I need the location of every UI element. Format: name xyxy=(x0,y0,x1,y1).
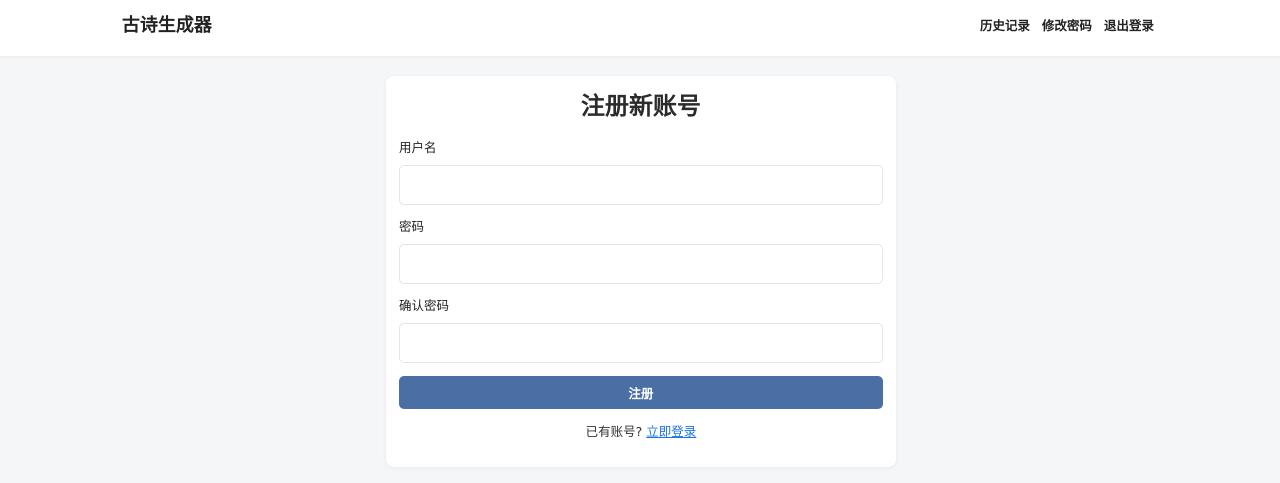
nav-history-link[interactable]: 历史记录 xyxy=(980,17,1030,35)
nav-logout-link[interactable]: 退出登录 xyxy=(1104,17,1154,35)
nav-links: 历史记录 修改密码 退出登录 xyxy=(980,17,1154,35)
confirm-password-input[interactable] xyxy=(399,323,883,363)
username-input[interactable] xyxy=(399,165,883,205)
password-input[interactable] xyxy=(399,244,883,284)
login-link[interactable]: 立即登录 xyxy=(646,424,696,439)
confirm-password-label: 确认密码 xyxy=(399,298,450,313)
register-button[interactable]: 注册 xyxy=(399,376,883,409)
page-title: 注册新账号 xyxy=(581,92,701,120)
app-title: 古诗生成器 xyxy=(122,15,212,36)
register-card: 注册新账号 用户名 密码 确认密码 注册 已有账号? 立即登录 xyxy=(386,76,896,467)
login-prompt-text: 已有账号? xyxy=(585,424,643,439)
login-prompt: 已有账号? 立即登录 xyxy=(386,423,896,441)
top-navbar: 古诗生成器 历史记录 修改密码 退出登录 xyxy=(0,0,1280,56)
username-label: 用户名 xyxy=(399,140,437,155)
nav-change-password-link[interactable]: 修改密码 xyxy=(1042,17,1092,35)
password-label: 密码 xyxy=(399,219,425,234)
